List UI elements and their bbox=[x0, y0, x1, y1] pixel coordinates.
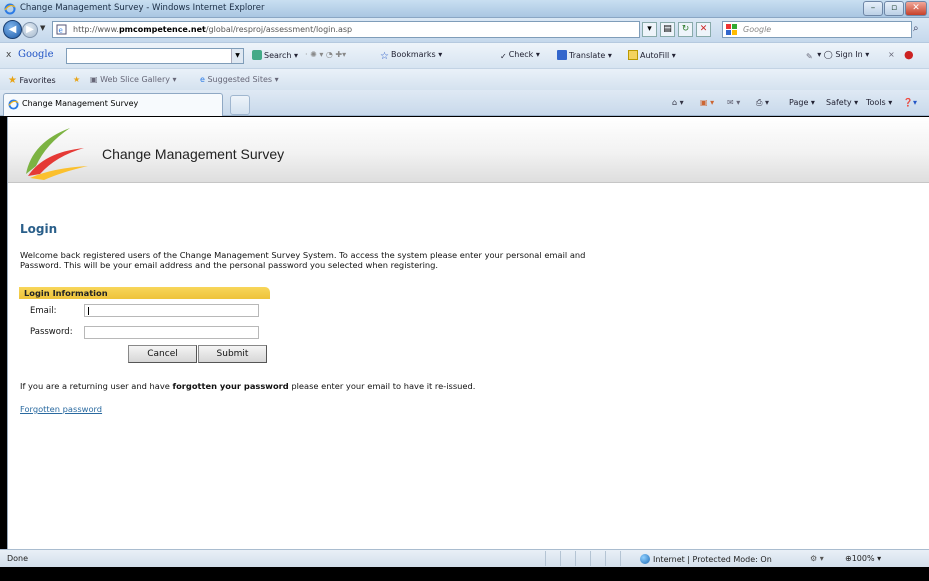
page-content: Change Management Survey Login Welcome b… bbox=[7, 117, 929, 549]
zoom-control[interactable]: ⊕100% ▾ bbox=[845, 554, 881, 563]
web-slice-gallery-link[interactable]: ▣ Web Slice Gallery ▾ bbox=[90, 75, 177, 84]
tab-bar: Change Management Survey ⌂ ▾ ▣ ▾ ✉ ▾ ⎙ ▾… bbox=[0, 90, 929, 116]
zoom-icon: ⊕ bbox=[845, 554, 852, 563]
favorites-star-icon: ★ bbox=[8, 75, 17, 86]
refresh-icon[interactable]: ↻ bbox=[678, 22, 693, 37]
status-panes bbox=[545, 551, 635, 566]
addon-icon[interactable]: ● bbox=[904, 48, 914, 61]
ie-logo-icon bbox=[4, 3, 16, 15]
cancel-button[interactable]: Cancel bbox=[128, 345, 197, 363]
minimize-button[interactable]: – bbox=[863, 1, 883, 16]
close-button[interactable]: ✕ bbox=[905, 1, 927, 16]
password-field[interactable] bbox=[84, 326, 259, 339]
tab-change-management-survey[interactable]: Change Management Survey bbox=[3, 93, 223, 116]
email-field[interactable] bbox=[84, 304, 259, 317]
signin-button[interactable]: ✎ ▾ ◯ Sign In ▾ bbox=[806, 50, 869, 62]
window-title: Change Management Survey - Windows Inter… bbox=[20, 3, 265, 13]
maximize-button[interactable]: ▫ bbox=[884, 1, 904, 16]
new-tab-button[interactable] bbox=[230, 95, 250, 115]
feeds-icon[interactable]: ▣ ▾ bbox=[700, 98, 714, 107]
back-button[interactable]: ◀ bbox=[3, 20, 22, 39]
autofill-button[interactable]: AutoFill ▾ bbox=[628, 50, 676, 60]
google-logo: Google bbox=[18, 49, 54, 60]
banner-title: Change Management Survey bbox=[102, 146, 285, 162]
google-search-button[interactable]: Search ▾ bbox=[252, 50, 298, 60]
password-label: Password: bbox=[30, 327, 73, 337]
globe-icon bbox=[640, 554, 650, 564]
home-icon[interactable]: ⌂ ▾ bbox=[672, 98, 684, 107]
tools-menu[interactable]: Tools ▾ bbox=[866, 98, 892, 107]
favorites-button[interactable]: ★ Favorites bbox=[8, 75, 56, 86]
page-menu[interactable]: Page ▾ bbox=[789, 98, 815, 107]
bookmarks-button[interactable]: ☆ Bookmarks ▾ bbox=[380, 50, 442, 62]
favorites-bar: ★ Favorites ★ ▣ Web Slice Gallery ▾ e Su… bbox=[0, 68, 929, 90]
submit-button[interactable]: Submit bbox=[198, 345, 267, 363]
welcome-text: Welcome back registered users of the Cha… bbox=[20, 250, 586, 270]
page-icon: ▣ bbox=[90, 75, 98, 84]
toolbar-tools-icons[interactable]: · ✺ ▾ ◔ ✚▾ bbox=[305, 50, 346, 59]
title-bar: Change Management Survey - Windows Inter… bbox=[0, 0, 929, 18]
recent-pages-dropdown-icon[interactable]: ▼ bbox=[40, 24, 45, 32]
status-bar: Done Internet | Protected Mode: On ⚙ ▾ ⊕… bbox=[0, 549, 929, 567]
login-information-header: Login Information bbox=[19, 287, 270, 299]
chevron-down-icon[interactable]: ▼ bbox=[231, 49, 243, 63]
address-input[interactable]: e http://www.pmcompetence.net/global/res… bbox=[52, 21, 640, 38]
search-input[interactable]: Google bbox=[722, 21, 912, 38]
stop-icon[interactable]: ✕ bbox=[696, 22, 711, 37]
help-icon[interactable]: ❓▾ bbox=[903, 98, 917, 107]
print-icon[interactable]: ⎙ ▾ bbox=[756, 98, 769, 108]
mail-icon[interactable]: ✉ ▾ bbox=[727, 98, 740, 107]
email-label: Email: bbox=[30, 306, 57, 316]
add-favorite-icon[interactable]: ★ bbox=[73, 75, 80, 84]
status-text: Done bbox=[7, 554, 29, 563]
close-toolbar-icon[interactable]: x bbox=[6, 50, 11, 60]
google-icon bbox=[726, 24, 737, 35]
site-banner: Change Management Survey bbox=[8, 117, 929, 183]
search-icon bbox=[252, 50, 262, 60]
page-icon: e bbox=[56, 24, 67, 35]
forward-button[interactable]: ▶ bbox=[22, 22, 38, 38]
google-search-input[interactable]: ▼ bbox=[66, 48, 244, 64]
address-bar-row: ◀ ▶ ▼ e http://www.pmcompetence.net/glob… bbox=[0, 18, 929, 42]
google-toolbar: x Google ▼ Search ▾ · ✺ ▾ ◔ ✚▾ ☆ Bookmark… bbox=[0, 42, 929, 68]
protected-mode-icon[interactable]: ⚙ ▾ bbox=[810, 554, 824, 563]
page-title: Login bbox=[20, 222, 58, 236]
autofill-icon bbox=[628, 50, 638, 60]
check-button[interactable]: ✓ Check ▾ bbox=[500, 50, 540, 62]
search-icon[interactable]: ⌕ bbox=[913, 23, 919, 34]
translate-icon bbox=[557, 50, 567, 60]
svg-text:e: e bbox=[59, 27, 63, 35]
taskbar-strip bbox=[0, 567, 929, 581]
compatibility-icon[interactable]: ▤ bbox=[660, 22, 675, 37]
addr-dropdown-icon[interactable]: ▾ bbox=[642, 22, 657, 37]
suggested-sites-link[interactable]: e Suggested Sites ▾ bbox=[200, 75, 279, 84]
bookmark-star-icon: ☆ bbox=[380, 51, 389, 62]
safety-menu[interactable]: Safety ▾ bbox=[826, 98, 858, 107]
spellcheck-icon: ✓ bbox=[500, 52, 507, 61]
security-zone[interactable]: Internet | Protected Mode: On bbox=[640, 554, 772, 564]
ie-logo-icon bbox=[8, 99, 19, 110]
ie-logo-icon: e bbox=[200, 75, 205, 84]
forgotten-password-link[interactable]: Forgotten password bbox=[20, 404, 102, 414]
wrench-icon: ✎ bbox=[806, 52, 813, 61]
translate-button[interactable]: Translate ▾ bbox=[557, 50, 612, 60]
forgot-password-message: If you are a returning user and have for… bbox=[20, 381, 476, 391]
site-logo bbox=[26, 128, 88, 180]
toolbar-close-icon[interactable]: × bbox=[888, 50, 895, 59]
